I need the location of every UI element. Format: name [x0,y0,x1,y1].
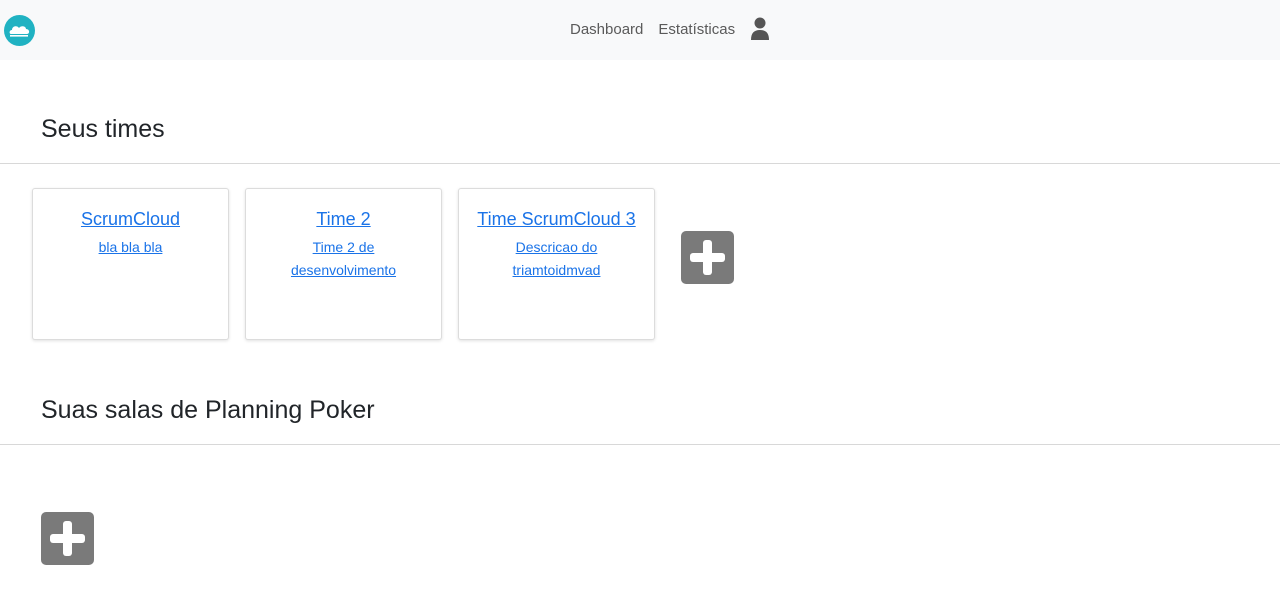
teams-section-title: Seus times [41,115,165,143]
add-team-button[interactable] [681,231,734,284]
team-card-description[interactable]: Time 2 de desenvolvimento [269,236,419,282]
team-card-description[interactable]: bla bla bla [56,236,206,259]
team-card-title[interactable]: Time ScrumCloud 3 [459,207,654,231]
navbar: Dashboard Estatísticas [0,0,1280,60]
team-card-description[interactable]: Descricao do triamtoidmvad [482,236,632,282]
add-poker-room-button[interactable] [41,512,94,565]
team-card-title[interactable]: Time 2 [246,207,441,231]
teams-divider [0,163,1280,164]
nav-link-estatisticas[interactable]: Estatísticas [658,21,735,38]
nav-links: Dashboard Estatísticas [570,17,770,41]
poker-divider [0,444,1280,445]
team-card-time-scrumcloud-3[interactable]: Time ScrumCloud 3 Descricao do triamtoid… [458,188,655,340]
nav-link-dashboard[interactable]: Dashboard [570,21,643,38]
team-card-time-2[interactable]: Time 2 Time 2 de desenvolvimento [245,188,442,340]
cloud-icon[interactable] [4,15,35,46]
user-icon[interactable] [750,17,770,41]
team-card-scrumcloud[interactable]: ScrumCloud bla bla bla [32,188,229,340]
poker-section-title: Suas salas de Planning Poker [41,396,375,424]
team-card-title[interactable]: ScrumCloud [33,207,228,231]
